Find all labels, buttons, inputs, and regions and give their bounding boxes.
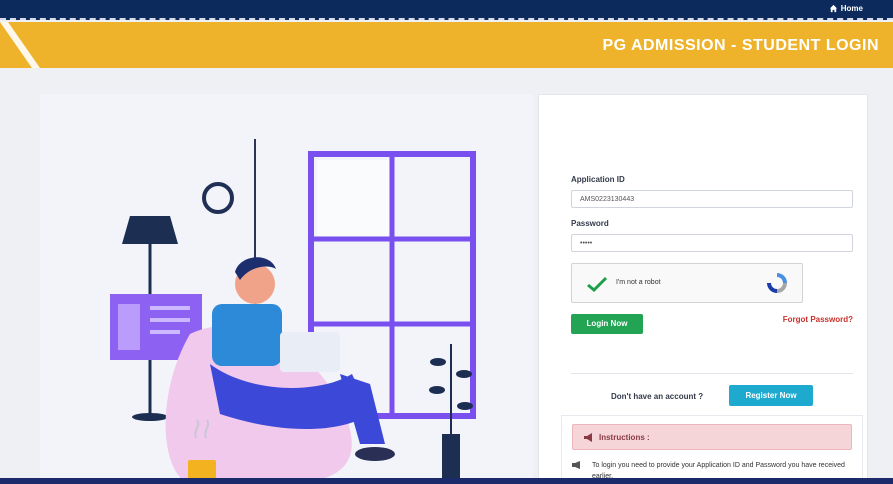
instructions-heading: Instructions :	[572, 424, 852, 450]
login-card: Application ID Password I'm not a robot …	[538, 94, 868, 484]
home-label: Home	[840, 4, 863, 13]
no-account-text: Don't have an account ?	[611, 392, 704, 401]
student-illustration	[40, 94, 533, 484]
recaptcha-widget[interactable]: I'm not a robot	[571, 263, 803, 303]
password-label: Password	[571, 219, 609, 228]
recaptcha-label: I'm not a robot	[616, 279, 661, 286]
bottom-border	[0, 478, 893, 484]
login-button[interactable]: Login Now	[571, 314, 643, 334]
home-link[interactable]: Home	[829, 4, 863, 13]
application-id-input[interactable]	[571, 190, 853, 208]
password-input[interactable]	[571, 234, 853, 252]
top-navbar: Home	[0, 0, 893, 20]
recaptcha-icon	[767, 273, 787, 293]
bullhorn-icon	[584, 432, 592, 442]
instructions-box: Instructions : To login you need to prov…	[561, 415, 863, 484]
page-frame: Home PG ADMISSION - STUDENT LOGIN Applic…	[0, 0, 893, 484]
megaphone-icon	[572, 461, 580, 469]
home-icon	[829, 4, 837, 13]
forgot-password-link[interactable]: Forgot Password?	[783, 315, 853, 324]
instructions-heading-text: Instructions :	[599, 432, 650, 442]
check-icon[interactable]	[586, 276, 608, 292]
banner-stripe-decoration	[0, 22, 60, 68]
page-title: PG ADMISSION - STUDENT LOGIN	[602, 37, 879, 54]
application-id-label: Application ID	[571, 175, 625, 184]
card-divider	[571, 373, 853, 374]
register-button[interactable]: Register Now	[729, 385, 813, 406]
illustration-panel	[40, 94, 533, 484]
